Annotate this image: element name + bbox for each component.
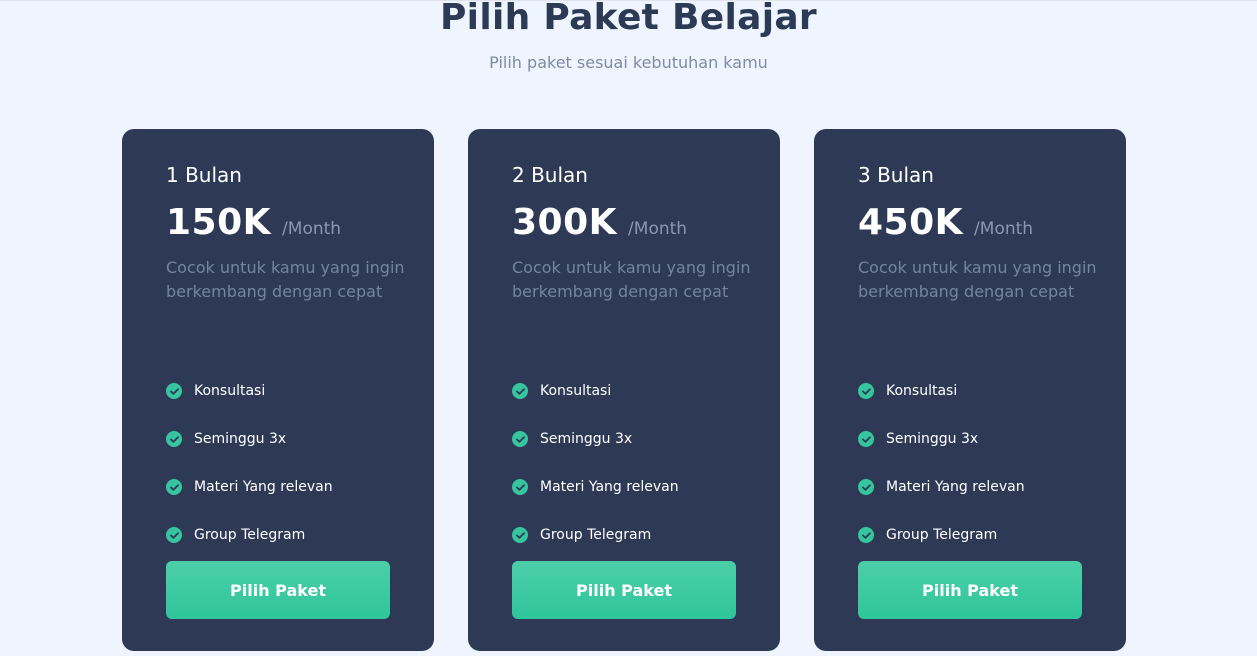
price-row: 450K /Month bbox=[858, 201, 1033, 245]
plan-name: 1 Bulan bbox=[166, 163, 242, 187]
feature-item: Materi Yang relevan bbox=[512, 463, 679, 511]
check-circle-icon bbox=[512, 383, 528, 399]
feature-list: Konsultasi Seminggu 3x Materi Yang relev… bbox=[166, 367, 333, 559]
plan-price: 450K bbox=[858, 202, 964, 243]
pricing-card-1-bulan: 1 Bulan 150K /Month Cocok untuk kamu yan… bbox=[122, 129, 434, 651]
feature-item: Konsultasi bbox=[166, 367, 333, 415]
choose-plan-button[interactable]: Pilih Paket bbox=[512, 561, 736, 619]
feature-list: Konsultasi Seminggu 3x Materi Yang relev… bbox=[512, 367, 679, 559]
feature-label: Konsultasi bbox=[194, 383, 266, 399]
check-circle-icon bbox=[858, 431, 874, 447]
plan-price: 150K bbox=[166, 202, 272, 243]
check-circle-icon bbox=[512, 479, 528, 495]
choose-plan-button[interactable]: Pilih Paket bbox=[166, 561, 390, 619]
feature-label: Materi Yang relevan bbox=[540, 479, 679, 495]
feature-item: Materi Yang relevan bbox=[166, 463, 333, 511]
plan-period: /Month bbox=[282, 219, 342, 239]
choose-plan-button[interactable]: Pilih Paket bbox=[858, 561, 1082, 619]
feature-label: Konsultasi bbox=[886, 383, 958, 399]
feature-item: Seminggu 3x bbox=[858, 415, 1025, 463]
feature-label: Group Telegram bbox=[886, 527, 998, 543]
plan-name: 3 Bulan bbox=[858, 163, 934, 187]
feature-label: Group Telegram bbox=[194, 527, 306, 543]
check-circle-icon bbox=[858, 527, 874, 543]
page-subtitle: Pilih paket sesuai kebutuhan kamu bbox=[489, 53, 768, 72]
plan-period: /Month bbox=[628, 219, 688, 239]
plan-description: Cocok untuk kamu yang ingin berkembang d… bbox=[858, 258, 1097, 301]
feature-item: Konsultasi bbox=[858, 367, 1025, 415]
check-circle-icon bbox=[858, 479, 874, 495]
price-row: 300K /Month bbox=[512, 201, 687, 245]
plan-period: /Month bbox=[974, 219, 1034, 239]
feature-label: Seminggu 3x bbox=[540, 431, 633, 447]
price-row: 150K /Month bbox=[166, 201, 341, 245]
check-circle-icon bbox=[166, 479, 182, 495]
check-circle-icon bbox=[166, 527, 182, 543]
feature-item: Konsultasi bbox=[512, 367, 679, 415]
feature-list: Konsultasi Seminggu 3x Materi Yang relev… bbox=[858, 367, 1025, 559]
feature-item: Materi Yang relevan bbox=[858, 463, 1025, 511]
feature-label: Materi Yang relevan bbox=[886, 479, 1025, 495]
plan-description: Cocok untuk kamu yang ingin berkembang d… bbox=[166, 258, 405, 301]
feature-label: Seminggu 3x bbox=[886, 431, 979, 447]
plan-name: 2 Bulan bbox=[512, 163, 588, 187]
feature-label: Konsultasi bbox=[540, 383, 612, 399]
check-circle-icon bbox=[858, 383, 874, 399]
plan-price: 300K bbox=[512, 202, 618, 243]
feature-label: Group Telegram bbox=[540, 527, 652, 543]
feature-item: Seminggu 3x bbox=[512, 415, 679, 463]
check-circle-icon bbox=[166, 431, 182, 447]
check-circle-icon bbox=[512, 527, 528, 543]
feature-item: Group Telegram bbox=[512, 511, 679, 559]
pricing-card-3-bulan: 3 Bulan 450K /Month Cocok untuk kamu yan… bbox=[814, 129, 1126, 651]
check-circle-icon bbox=[512, 431, 528, 447]
feature-item: Seminggu 3x bbox=[166, 415, 333, 463]
pricing-card-2-bulan: 2 Bulan 300K /Month Cocok untuk kamu yan… bbox=[468, 129, 780, 651]
feature-item: Group Telegram bbox=[858, 511, 1025, 559]
pricing-cards: 1 Bulan 150K /Month Cocok untuk kamu yan… bbox=[122, 129, 1126, 651]
feature-item: Group Telegram bbox=[166, 511, 333, 559]
feature-label: Materi Yang relevan bbox=[194, 479, 333, 495]
check-circle-icon bbox=[166, 383, 182, 399]
page-title: Pilih Paket Belajar bbox=[440, 0, 817, 38]
plan-description: Cocok untuk kamu yang ingin berkembang d… bbox=[512, 258, 751, 301]
feature-label: Seminggu 3x bbox=[194, 431, 287, 447]
